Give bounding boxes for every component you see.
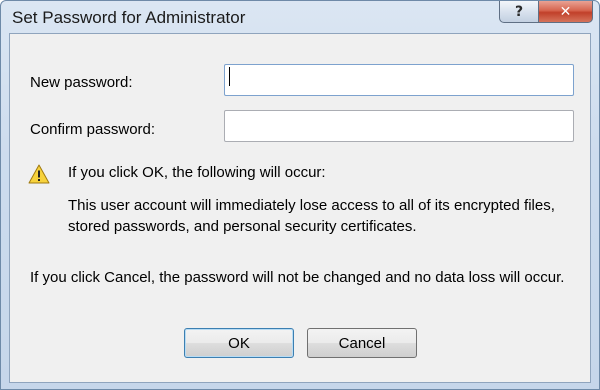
text-caret	[229, 67, 230, 86]
ok-button[interactable]: OK	[184, 328, 294, 358]
title-bar[interactable]: Set Password for Administrator ? ✕	[1, 1, 599, 33]
dialog-window: Set Password for Administrator ? ✕ New p…	[0, 0, 600, 390]
warning-heading: If you click OK, the following will occu…	[68, 164, 326, 181]
help-button[interactable]: ?	[499, 1, 539, 23]
close-button[interactable]: ✕	[538, 1, 593, 23]
warning-icon	[28, 164, 50, 184]
cancel-button[interactable]: Cancel	[307, 328, 417, 358]
new-password-input[interactable]	[224, 64, 574, 96]
question-mark-icon: ?	[514, 3, 524, 20]
new-password-label: New password:	[30, 74, 133, 91]
confirm-password-label: Confirm password:	[30, 121, 156, 138]
cancel-note: If you click Cancel, the password will n…	[30, 269, 565, 286]
dialog-body: New password: Confirm password: If you c…	[9, 33, 591, 383]
warning-detail: This user account will immediately lose …	[68, 197, 555, 235]
window-title: Set Password for Administrator	[12, 8, 246, 27]
confirm-password-input[interactable]	[224, 110, 574, 142]
close-icon: ✕	[559, 3, 572, 20]
